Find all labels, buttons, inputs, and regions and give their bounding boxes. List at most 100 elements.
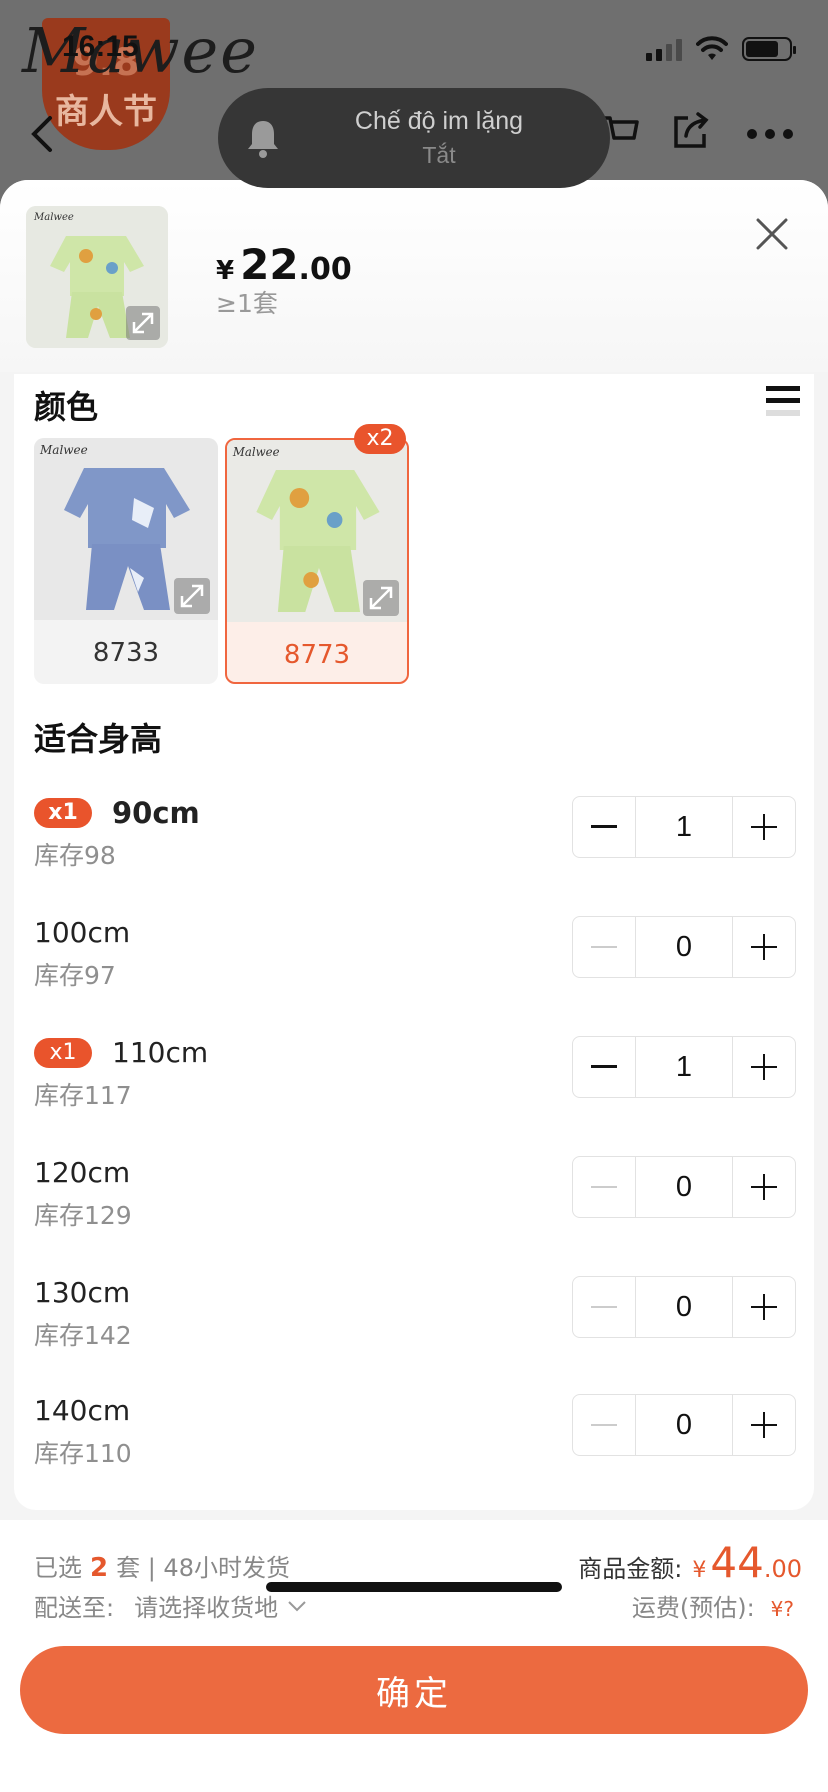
svg-text:Malwee: Malwee xyxy=(39,443,88,457)
amount-decimal: .00 xyxy=(763,1555,802,1583)
color-section-title: 颜色 xyxy=(34,388,99,426)
color-option-label: 8733 xyxy=(92,638,160,668)
increment-button[interactable] xyxy=(733,1157,795,1217)
shipping-address-selector[interactable]: 配送至: 请选择收货地 xyxy=(34,1588,308,1623)
status-time: 16:15 xyxy=(62,30,139,63)
close-button[interactable] xyxy=(752,214,792,254)
svg-text:Malwee: Malwee xyxy=(232,445,280,459)
size-qty-badge: x1 xyxy=(34,798,92,828)
minus-icon xyxy=(591,1424,617,1426)
quantity-stepper: 0 xyxy=(572,916,796,978)
goods-amount: 商品金额: ¥ 44 .00 xyxy=(578,1538,802,1587)
wifi-icon xyxy=(696,36,728,60)
bell-icon xyxy=(218,117,308,159)
order-summary-footer: 已选 2 套 | 48小时发货 配送至: 请选择收货地 商品金额: ¥ 44 .00… xyxy=(0,1520,828,1792)
confirm-button[interactable]: 确定 xyxy=(20,1646,808,1734)
size-row-100cm: 100cm 库存97 0 xyxy=(14,916,814,1006)
increment-button[interactable] xyxy=(733,1037,795,1097)
decrement-button[interactable] xyxy=(573,1395,635,1455)
selected-summary: 已选 2 套 | 48小时发货 xyxy=(34,1548,290,1583)
brand-logo: Mawee xyxy=(22,14,259,87)
size-label: 100cm xyxy=(34,916,131,949)
expand-icon[interactable] xyxy=(363,580,399,616)
freight-estimate: 运费(预估): ¥? xyxy=(632,1588,794,1623)
size-label: 120cm xyxy=(34,1156,131,1189)
minimum-order: ≥1套 xyxy=(216,289,278,318)
signal-icon xyxy=(646,37,682,61)
more-icon[interactable] xyxy=(740,110,800,154)
back-icon[interactable] xyxy=(30,110,54,166)
sku-selection-sheet: Malwee ¥ 22 .00 ≥1套 颜色 Malwee 8733 Malwe… xyxy=(0,180,828,1792)
quantity-value[interactable]: 0 xyxy=(635,1277,733,1337)
plus-icon xyxy=(751,1412,777,1438)
freight-label: 运费(预估): xyxy=(631,1594,755,1622)
size-label: 110cm xyxy=(112,1036,209,1069)
quantity-stepper: 1 xyxy=(572,1036,796,1098)
amount-currency: ¥ xyxy=(692,1558,707,1583)
increment-button[interactable] xyxy=(733,797,795,857)
decrement-button[interactable] xyxy=(573,1037,635,1097)
selected-count: 2 xyxy=(90,1553,109,1583)
plus-icon xyxy=(751,1054,777,1080)
color-qty-badge: x2 xyxy=(354,424,406,454)
ship-value: 请选择收货地 xyxy=(134,1594,279,1622)
price-integer: 22 xyxy=(240,240,299,289)
quantity-stepper: 1 xyxy=(572,796,796,858)
size-qty-badge: x1 xyxy=(34,1037,92,1068)
size-label: 130cm xyxy=(34,1276,131,1309)
silent-mode-toast: Chế độ im lặng Tắt xyxy=(218,88,610,188)
plus-icon xyxy=(751,814,777,840)
plus-icon xyxy=(751,1294,777,1320)
decrement-button[interactable] xyxy=(573,797,635,857)
increment-button[interactable] xyxy=(733,1395,795,1455)
color-option-8773[interactable]: Malwee 8773 xyxy=(225,438,409,684)
quantity-stepper: 0 xyxy=(572,1276,796,1338)
product-price: ¥ 22 .00 xyxy=(216,240,352,289)
price-decimal: .00 xyxy=(298,252,352,287)
size-label: 140cm xyxy=(34,1394,131,1427)
status-icons xyxy=(646,36,796,62)
decrement-button[interactable] xyxy=(573,917,635,977)
size-section-title: 适合身高 xyxy=(34,720,163,758)
quantity-value[interactable]: 0 xyxy=(635,1157,733,1217)
stock-label: 库存129 xyxy=(34,1201,132,1230)
stock-label: 库存97 xyxy=(34,961,116,990)
size-row-110cm: x1 110cm 库存117 1 xyxy=(14,1036,814,1126)
increment-button[interactable] xyxy=(733,1277,795,1337)
size-label: 90cm xyxy=(112,796,200,830)
color-option-8733[interactable]: Malwee 8733 xyxy=(34,438,218,684)
sheet-header: Malwee ¥ 22 .00 ≥1套 xyxy=(0,180,828,372)
selected-prefix: 已选 xyxy=(34,1554,82,1582)
list-view-toggle[interactable] xyxy=(766,384,800,420)
ship-label: 配送至: xyxy=(34,1594,115,1622)
minus-icon xyxy=(591,1065,617,1068)
toast-subtitle: Tắt xyxy=(422,142,456,168)
stock-label: 库存142 xyxy=(34,1321,132,1350)
product-thumbnail[interactable]: Malwee xyxy=(26,206,168,348)
plus-icon xyxy=(751,934,777,960)
plus-icon xyxy=(751,1174,777,1200)
quantity-value[interactable]: 1 xyxy=(635,1037,733,1097)
minus-icon xyxy=(591,1186,617,1188)
quantity-value[interactable]: 0 xyxy=(635,1395,733,1455)
promo-line2: 商人节 xyxy=(55,92,157,132)
close-icon xyxy=(756,218,788,250)
minus-icon xyxy=(591,946,617,948)
stock-label: 库存110 xyxy=(34,1439,132,1468)
expand-icon[interactable] xyxy=(174,578,210,614)
quantity-stepper: 0 xyxy=(572,1156,796,1218)
share-icon[interactable] xyxy=(670,110,712,156)
battery-icon xyxy=(742,37,796,61)
quantity-stepper: 0 xyxy=(572,1394,796,1456)
size-row-120cm: 120cm 库存129 0 xyxy=(14,1156,814,1246)
svg-text:Malwee: Malwee xyxy=(33,212,74,223)
amount-label: 商品金额: xyxy=(578,1555,683,1583)
size-row-130cm: 130cm 库存142 0 xyxy=(14,1276,814,1366)
color-option-label: 8773 xyxy=(283,640,351,670)
quantity-value[interactable]: 1 xyxy=(635,797,733,857)
increment-button[interactable] xyxy=(733,917,795,977)
quantity-value[interactable]: 0 xyxy=(635,917,733,977)
price-currency: ¥ xyxy=(216,256,235,286)
decrement-button[interactable] xyxy=(573,1157,635,1217)
decrement-button[interactable] xyxy=(573,1277,635,1337)
